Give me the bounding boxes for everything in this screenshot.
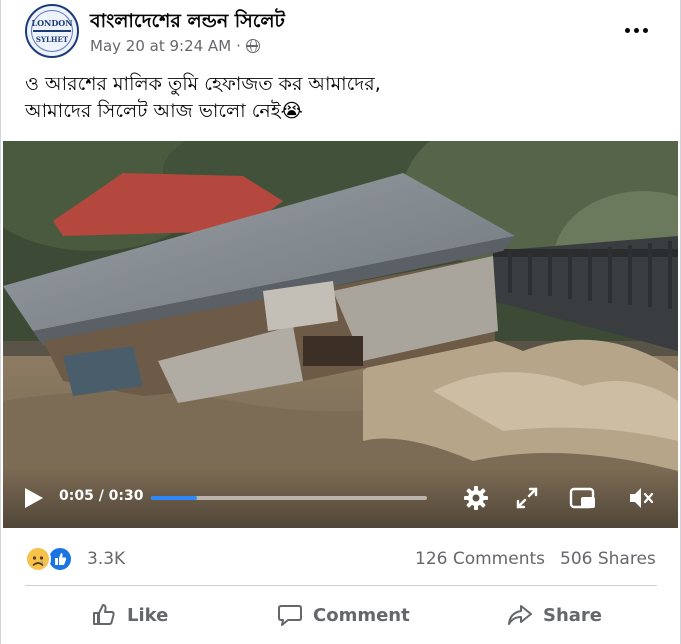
mute-button[interactable] (627, 484, 655, 512)
comment-button[interactable]: Comment (277, 596, 410, 634)
caption-line-1: ও আরশের মালিক তুমি হেফাজত কর আমাদের, (25, 73, 381, 95)
reactions-summary[interactable] (25, 544, 81, 572)
video-player[interactable]: 0:05 / 0:30 (3, 141, 678, 528)
mute-icon (630, 488, 654, 508)
shares-count[interactable]: 506 Shares (560, 549, 656, 569)
fullscreen-button[interactable] (513, 484, 541, 512)
play-icon (25, 488, 43, 508)
video-controls-bar: 0:05 / 0:30 (3, 468, 678, 528)
share-label: Share (543, 604, 603, 626)
avatar-text-line2: SYLHET (35, 35, 69, 44)
more-options-button[interactable] (616, 14, 656, 46)
globe-icon[interactable] (245, 39, 260, 53)
page-name-link[interactable]: বাংলাদেশের লন্ডন সিলেট (90, 7, 285, 39)
settings-button[interactable] (462, 484, 490, 512)
comment-bubble-icon (278, 605, 302, 626)
thumbs-up-icon (93, 604, 115, 625)
reaction-count[interactable]: 3.3K (87, 549, 125, 569)
post-caption: ও আরশের মালিক তুমি হেফাজত কর আমাদের, আমা… (25, 71, 665, 125)
video-progress-bar[interactable] (151, 496, 427, 500)
meta-separator: · (236, 37, 241, 55)
post-header: LONDON SYLHET বাংলাদেশের লন্ডন সিলেট May… (1, 0, 680, 64)
picture-in-picture-icon (569, 487, 595, 509)
post-timestamp[interactable]: May 20 at 9:24 AM (90, 37, 231, 55)
avatar-divider (33, 30, 71, 32)
facebook-post: LONDON SYLHET বাংলাদেশের লন্ডন সিলেট May… (0, 0, 681, 644)
more-dot-icon (633, 27, 639, 33)
caption-line-2: আমাদের সিলেট আজ ভালো নেই😭 (25, 100, 303, 122)
play-button[interactable] (21, 486, 45, 510)
more-dot-icon (624, 27, 630, 33)
video-time: 0:05 / 0:30 (59, 488, 144, 504)
like-label: Like (127, 604, 169, 626)
video-progress-fill (151, 496, 197, 500)
post-meta: May 20 at 9:24 AM · (90, 37, 260, 55)
comment-label: Comment (313, 604, 410, 626)
sad-reaction-icon (25, 546, 51, 572)
share-button[interactable]: Share (507, 596, 602, 634)
picture-in-picture-button[interactable] (569, 484, 597, 512)
fullscreen-icon (516, 487, 538, 509)
share-arrow-icon (508, 605, 532, 625)
settings-gear-icon (464, 486, 488, 510)
avatar-text-line1: LONDON (31, 18, 73, 28)
like-button[interactable]: Like (91, 596, 168, 634)
comments-count[interactable]: 126 Comments (415, 549, 545, 569)
engagement-summary: 3.3K 126 Comments 506 Shares (1, 540, 680, 578)
divider (25, 585, 657, 586)
page-avatar[interactable]: LONDON SYLHET (25, 4, 79, 58)
more-dot-icon (642, 27, 648, 33)
post-actions-bar: Like Comment Share (1, 592, 680, 638)
